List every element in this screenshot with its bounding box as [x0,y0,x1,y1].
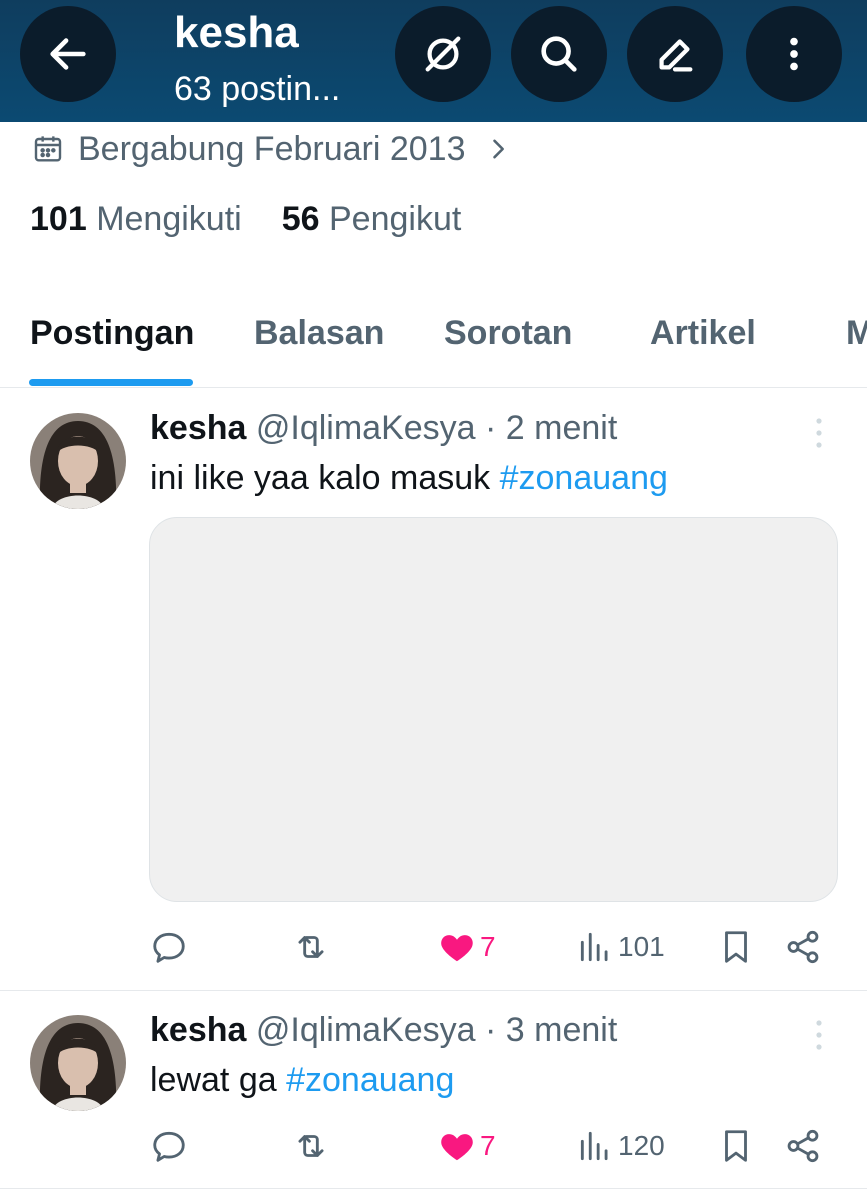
profile-tabs: Postingan Balasan Sorotan Artikel M [0,296,867,388]
chevron-right-icon [492,139,504,159]
share-button[interactable] [784,925,822,969]
post-text: ini like yaa kalo masuk #zonauang [150,459,668,498]
joined-text: Bergabung Februari 2013 [78,129,466,168]
views-count: 101 [618,931,665,962]
post-body: ini like yaa kalo masuk [150,459,500,497]
like-button[interactable]: 7 [438,1124,496,1168]
followers-count: 56 [281,200,320,238]
tab-media[interactable]: M [846,314,867,353]
post-text: lewat ga #zonauang [150,1061,454,1100]
bookmark-icon [725,931,747,963]
like-button[interactable]: 7 [438,925,496,969]
bookmark-button[interactable] [717,925,755,969]
views-count: 120 [618,1130,665,1161]
like-count: 7 [480,1130,496,1161]
heart-icon [441,1134,473,1161]
repost-icon [298,936,324,958]
following-label: Mengikuti [96,200,242,238]
tab-posts[interactable]: Postingan [30,314,194,353]
search-icon [541,36,577,72]
hashtag-link[interactable]: #zonauang [286,1061,454,1099]
post-actions: 7 120 [0,1124,867,1168]
more-button[interactable] [746,6,842,102]
calendar-icon [34,136,62,162]
tab-articles[interactable]: Artikel [650,314,756,353]
post-header: kesha @IqlimaKesya · 2 menit [150,409,617,448]
post-header: kesha @IqlimaKesya · 3 menit [150,1011,617,1050]
avatar-image [30,413,126,509]
post-more-icon[interactable] [806,413,832,453]
post-author-name[interactable]: kesha [150,1011,246,1049]
heart-icon [441,935,473,962]
reply-icon [153,1131,185,1162]
post-meta: @IqlimaKesya · 2 menit [255,409,618,447]
followers-link[interactable]: 56 Pengikut [282,200,462,239]
profile-name: kesha [174,8,299,57]
tab-replies[interactable]: Balasan [254,314,384,353]
grok-button[interactable] [395,6,491,102]
back-arrow-icon [50,38,86,70]
post-count: 63 postin... [174,70,341,108]
top-bar: kesha 63 postin... [0,0,867,122]
reply-button[interactable] [150,925,188,969]
bookmark-button[interactable] [717,1124,755,1168]
avatar[interactable] [30,1015,126,1111]
repost-icon [298,1135,324,1157]
share-button[interactable] [784,1124,822,1168]
reply-icon [153,932,185,963]
following-count: 101 [30,200,87,238]
post-author-name[interactable]: kesha [150,409,246,447]
post-actions: 7 101 [0,925,867,969]
hashtag-link[interactable]: #zonauang [500,459,668,497]
post[interactable]: kesha @IqlimaKesya · 2 menit ini like ya… [0,389,867,991]
like-count: 7 [480,931,496,962]
views-button[interactable]: 120 [576,1124,665,1168]
edit-button[interactable] [627,6,723,102]
follow-stats: 101 Mengikuti 56 Pengikut [30,200,461,239]
edit-icon [659,39,693,72]
followers-label: Pengikut [328,200,462,238]
views-icon [580,1131,608,1161]
reply-button[interactable] [150,1124,188,1168]
search-button[interactable] [511,6,607,102]
joined-date-row[interactable]: Bergabung Februari 2013 [32,126,512,172]
back-button[interactable] [20,6,116,102]
repost-button[interactable] [292,1124,330,1168]
active-tab-indicator [29,379,193,386]
more-vertical-icon [790,37,798,71]
share-icon [787,930,819,964]
repost-button[interactable] [292,925,330,969]
post-more-icon[interactable] [806,1015,832,1055]
bookmark-icon [725,1130,747,1162]
avatar-image [30,1015,126,1111]
post[interactable]: kesha @IqlimaKesya · 3 menit lewat ga #z… [0,991,867,1189]
grok-icon [425,36,461,72]
avatar[interactable] [30,413,126,509]
tab-highlights[interactable]: Sorotan [444,314,572,353]
post-meta: @IqlimaKesya · 3 menit [255,1011,618,1049]
views-button[interactable]: 101 [576,925,665,969]
post-media-placeholder[interactable] [149,517,838,902]
views-icon [580,932,608,962]
following-link[interactable]: 101 Mengikuti [30,200,242,239]
share-icon [787,1129,819,1163]
post-body: lewat ga [150,1061,287,1099]
